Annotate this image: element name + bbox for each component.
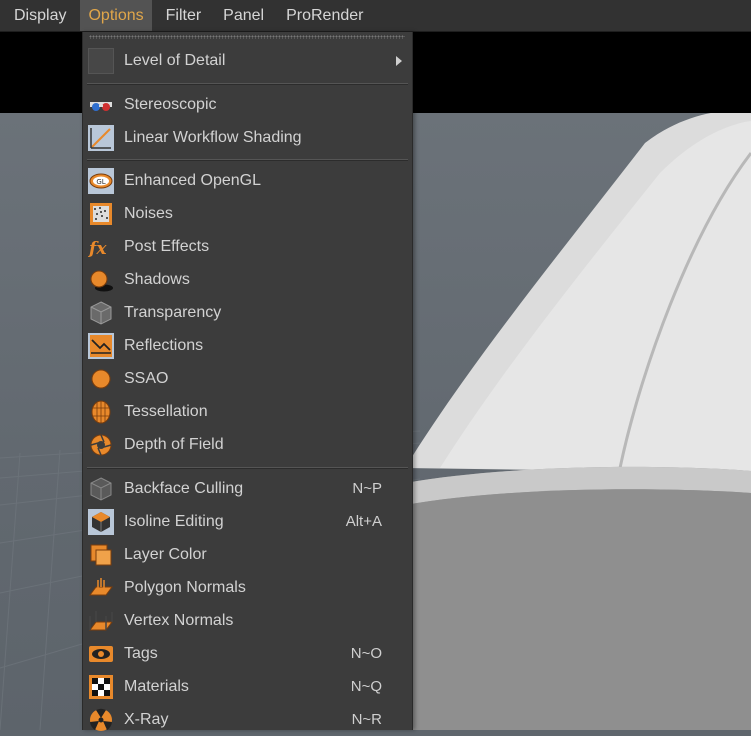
menu-item-label: Vertex Normals: [124, 612, 234, 629]
checker-icon: [88, 674, 114, 700]
polygon-normals-icon: [88, 575, 114, 601]
vertex-normals-icon: [88, 608, 114, 634]
menu-panel[interactable]: Panel: [215, 0, 272, 31]
menu-item-tessellation[interactable]: Tessellation: [83, 395, 412, 428]
menu-item-shortcut: N~Q: [350, 678, 382, 695]
menu-item-noises[interactable]: Noises: [83, 197, 412, 230]
menu-item-label: Transparency: [124, 304, 222, 321]
menu-item-label: Linear Workflow Shading: [124, 129, 302, 146]
menu-item-shortcut: N~O: [350, 645, 382, 662]
fx-icon: fx: [88, 234, 114, 260]
menu-item-tags[interactable]: Tags N~O: [83, 637, 412, 670]
menu-separator: [87, 159, 408, 161]
menu-item-materials[interactable]: Materials N~Q: [83, 670, 412, 703]
ssao-sphere-icon: [88, 366, 114, 392]
isoline-cube-icon: [88, 509, 114, 535]
menu-item-backface-culling[interactable]: Backface Culling N~P: [83, 472, 412, 505]
menu-item-label: X-Ray: [124, 711, 169, 728]
stereoscopic-glasses-icon: [88, 92, 114, 118]
menu-item-label: Reflections: [124, 337, 204, 354]
menu-item-shortcut: N~R: [351, 711, 382, 728]
submenu-arrow-icon: [396, 56, 402, 66]
reflections-icon: [88, 333, 114, 359]
menu-item-label: Level of Detail: [124, 52, 226, 69]
menu-options[interactable]: Options: [80, 0, 152, 31]
menu-item-depth-of-field[interactable]: Depth of Field: [83, 428, 412, 461]
opengl-icon: GL: [88, 168, 114, 194]
menu-item-label: Depth of Field: [124, 436, 224, 453]
level-of-detail-icon: [88, 48, 114, 74]
menu-item-vertex-normals[interactable]: Vertex Normals: [83, 604, 412, 637]
menu-item-label: Tessellation: [124, 403, 208, 420]
svg-text:GL: GL: [96, 178, 105, 186]
menu-prorender[interactable]: ProRender: [278, 0, 371, 31]
linear-workflow-icon: [88, 125, 114, 151]
menu-item-polygon-normals[interactable]: Polygon Normals: [83, 571, 412, 604]
svg-text:fx: fx: [88, 239, 107, 259]
noises-icon: [88, 201, 114, 227]
menu-item-label: Enhanced OpenGL: [124, 172, 261, 189]
menu-item-label: Noises: [124, 205, 173, 222]
menu-item-ssao[interactable]: SSAO: [83, 362, 412, 395]
menu-item-post-effects[interactable]: fx Post Effects: [83, 230, 412, 263]
menu-tearoff-grip[interactable]: [89, 35, 405, 39]
menu-item-shortcut: Alt+A: [345, 513, 382, 530]
menu-separator: [87, 467, 408, 469]
menu-item-label: Polygon Normals: [124, 579, 246, 596]
menu-item-enhanced-opengl[interactable]: GL Enhanced OpenGL: [83, 164, 412, 197]
aperture-icon: [88, 432, 114, 458]
tessellation-icon: [88, 399, 114, 425]
xray-icon: [88, 707, 114, 733]
menu-item-label: Shadows: [124, 271, 190, 288]
menu-item-reflections[interactable]: Reflections: [83, 329, 412, 362]
menu-item-transparency[interactable]: Transparency: [83, 296, 412, 329]
menu-item-x-ray[interactable]: X-Ray N~R: [83, 703, 412, 736]
shadows-icon: [88, 267, 114, 293]
menu-separator: [87, 83, 408, 85]
options-dropdown-menu: Level of Detail Stereoscopic Linear Work…: [82, 32, 413, 731]
menu-item-label: Materials: [124, 678, 189, 695]
menu-item-linear-workflow-shading[interactable]: Linear Workflow Shading: [83, 121, 412, 154]
menu-item-label: Post Effects: [124, 238, 210, 255]
menu-item-shortcut: N~P: [352, 480, 382, 497]
menu-item-shadows[interactable]: Shadows: [83, 263, 412, 296]
menu-item-level-of-detail[interactable]: Level of Detail: [83, 44, 412, 77]
menu-item-label: Backface Culling: [124, 480, 244, 497]
menu-filter[interactable]: Filter: [158, 0, 210, 31]
menu-item-label: Tags: [124, 645, 158, 662]
menu-item-layer-color[interactable]: Layer Color: [83, 538, 412, 571]
eye-icon: [88, 641, 114, 667]
menubar: Display Options Filter Panel ProRender: [0, 0, 751, 32]
menu-display[interactable]: Display: [0, 0, 74, 31]
menu-item-stereoscopic[interactable]: Stereoscopic: [83, 88, 412, 121]
transparency-cube-icon: [88, 300, 114, 326]
layer-color-icon: [88, 542, 114, 568]
menu-item-label: Stereoscopic: [124, 96, 217, 113]
menu-item-isoline-editing[interactable]: Isoline Editing Alt+A: [83, 505, 412, 538]
menu-item-label: SSAO: [124, 370, 169, 387]
menu-item-label: Isoline Editing: [124, 513, 224, 530]
menu-item-label: Layer Color: [124, 546, 207, 563]
backface-cube-icon: [88, 476, 114, 502]
